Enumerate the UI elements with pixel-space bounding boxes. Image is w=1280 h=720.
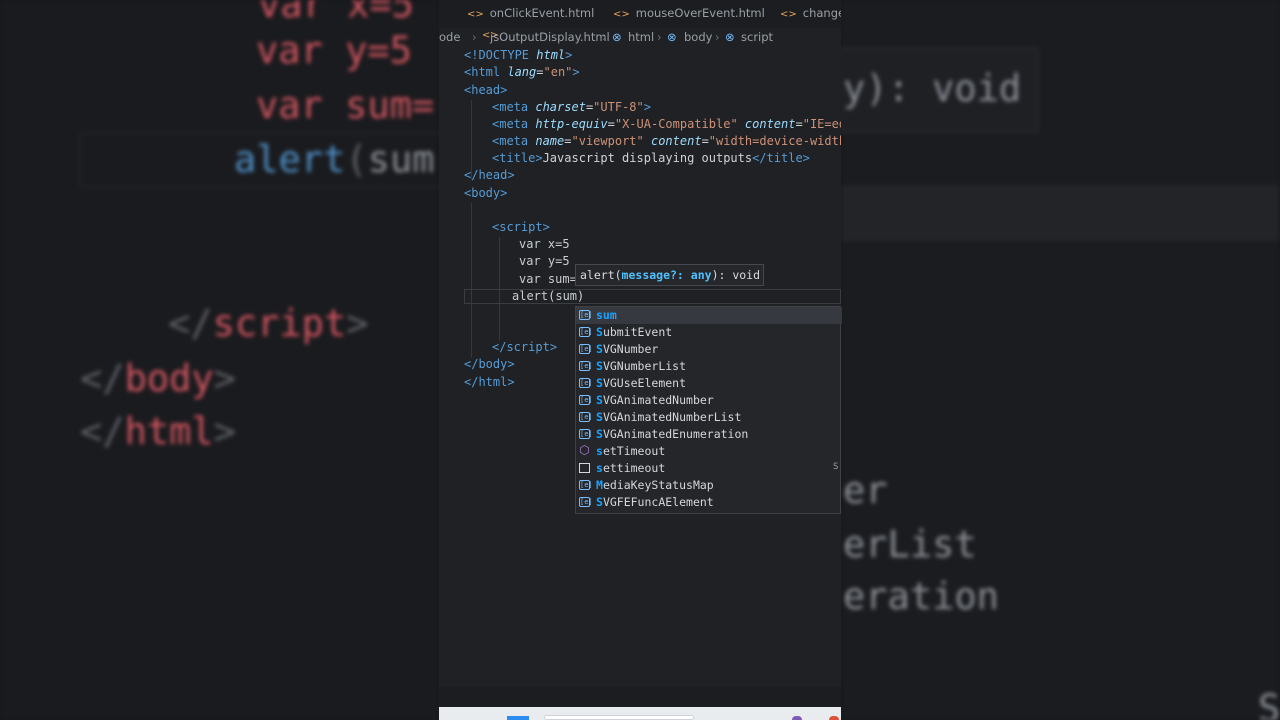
code-line-15: alert(sum) — [512, 289, 585, 303]
code-line-6: <meta name="viewport" content="width=dev… — [492, 134, 841, 148]
code-line-20: </html> — [464, 375, 515, 389]
background-html-close: </html> — [80, 410, 236, 453]
variable-icon: [e] — [579, 480, 593, 490]
variable-icon: [e] — [579, 361, 593, 371]
chevron-right-icon: › — [715, 30, 720, 44]
taskbar-app-icon[interactable] — [829, 716, 839, 720]
suggestion-item-svganimatedenumeration[interactable]: [e] SVGAnimatedEnumeration — [576, 426, 842, 443]
suggestion-item-settimeout[interactable]: ⬡ setTimeout — [576, 443, 842, 460]
variable-icon: [e] — [579, 395, 593, 405]
breadcrumb: ode › <> jsOutputDisplay.html › ⊗ html ›… — [439, 29, 841, 47]
variable-icon: [e] — [579, 310, 593, 320]
code-line-5: <meta http-equiv="X-UA-Compatible" conte… — [492, 117, 841, 131]
variable-icon: [e] — [579, 497, 593, 507]
suggestion-item-svgnumber[interactable]: [e] SVGNumber — [576, 341, 842, 358]
suggestion-item-submitevent[interactable]: [e] SubmitEvent — [576, 324, 842, 341]
tab-onclickevent[interactable]: <> onClickEvent.html — [467, 6, 594, 20]
breadcrumb-script[interactable]: script — [741, 30, 773, 44]
code-line-1: <!DOCTYPE html> — [464, 48, 573, 62]
background-line-3: var sum= — [256, 84, 435, 127]
variable-icon: [e] — [579, 412, 593, 422]
background-selected-strip — [841, 185, 1280, 241]
code-line-18: </script> — [492, 340, 558, 354]
background-script-close: </script> — [168, 302, 369, 345]
parameter-hint-tooltip: alert(message?: any): void — [575, 264, 764, 286]
tab-changeevent[interactable]: <>changeE — [780, 6, 841, 20]
breadcrumb-file[interactable]: jsOutputDisplay.html — [490, 30, 610, 44]
suggestion-item-settimeout-snippet[interactable]: settimeout — [576, 460, 842, 477]
background-suggestion-fragment-1: er — [843, 469, 888, 512]
suggestion-item-mediakeystatusmap[interactable]: [e] MediaKeyStatusMap — [576, 477, 842, 494]
breadcrumb-body[interactable]: body — [684, 30, 712, 44]
suggestion-item-svganimatednumberlist[interactable]: [e] SVGAnimatedNumberList — [576, 409, 842, 426]
taskbar — [439, 707, 841, 720]
element-icon: ⊗ — [612, 30, 622, 44]
html-file-icon: <> — [780, 9, 797, 20]
editor-tab-bar: <> onClickEvent.html <> mouseOverEvent.htm… — [439, 0, 841, 28]
code-line-12: var x=5 — [519, 237, 570, 251]
code-line-8: </head> — [464, 168, 515, 182]
code-line-19: </body> — [464, 357, 515, 371]
code-line-2: <html lang="en"> — [464, 65, 580, 79]
variable-icon: [e] — [579, 429, 593, 439]
suggestion-item-svguseelement[interactable]: [e] SVGUseElement — [576, 375, 842, 392]
breadcrumb-html[interactable]: html — [628, 30, 654, 44]
variable-icon: [e] — [579, 344, 593, 354]
background-alert-line: alert(sum — [234, 138, 435, 181]
background-line-1: var x=5 — [258, 0, 414, 26]
element-icon: ⊗ — [667, 30, 677, 44]
indent-guide — [471, 203, 472, 358]
code-line-11: <script> — [492, 220, 550, 234]
html-file-icon: <> — [613, 9, 630, 20]
taskbar-search-box[interactable] — [544, 715, 694, 720]
windows-start-icon[interactable] — [507, 716, 529, 720]
code-line-9: <body> — [464, 186, 508, 200]
suggestion-item-svgnumberlist[interactable]: [e] SVGNumberList — [576, 358, 842, 375]
breadcrumb-root[interactable]: ode — [439, 30, 460, 44]
background-line-2: var y=5 — [256, 29, 412, 72]
suggestion-widget[interactable]: [e] sum [e] SubmitEvent [e] SVGNumber [e] SV… — [575, 306, 842, 514]
background-suggestion-fragment-2: erList — [843, 523, 977, 566]
chevron-right-icon: › — [472, 30, 477, 44]
suggestion-side-text: S — [833, 462, 839, 472]
taskbar-app-icon[interactable] — [792, 716, 802, 720]
code-line-14: var sum= — [519, 272, 577, 286]
code-line-13: var y=5 — [519, 254, 570, 268]
tab-mouseoverevent[interactable]: <> mouseOverEvent.html — [613, 6, 765, 20]
background-suggestion-fragment-3: eration — [843, 575, 999, 618]
html-file-icon: <> — [467, 9, 484, 20]
code-line-4: <meta charset="UTF-8"> — [492, 100, 651, 114]
background-corner-fragment: S — [1258, 687, 1280, 720]
method-icon: ⬡ — [579, 443, 590, 457]
element-icon: ⊗ — [725, 30, 735, 44]
suggestion-item-svgfefuncaelement[interactable]: [e] SVGFEFuncAElement — [576, 494, 842, 511]
code-line-3: <head> — [464, 83, 508, 97]
suggestion-item-svganimatednumber[interactable]: [e] SVGAnimatedNumber — [576, 392, 842, 409]
snippet-icon — [579, 463, 590, 473]
chevron-right-icon: › — [602, 30, 607, 44]
background-body-close: </body> — [80, 357, 236, 400]
suggestion-item-sum[interactable]: [e] sum — [576, 307, 842, 324]
status-bar — [439, 687, 841, 707]
variable-icon: [e] — [579, 378, 593, 388]
code-line-7: <title>Javascript displaying outputs</ti… — [492, 151, 810, 165]
background-hint-fragment: y): void — [843, 67, 1022, 110]
variable-icon: [e] — [579, 327, 593, 337]
chevron-right-icon: › — [657, 30, 662, 44]
